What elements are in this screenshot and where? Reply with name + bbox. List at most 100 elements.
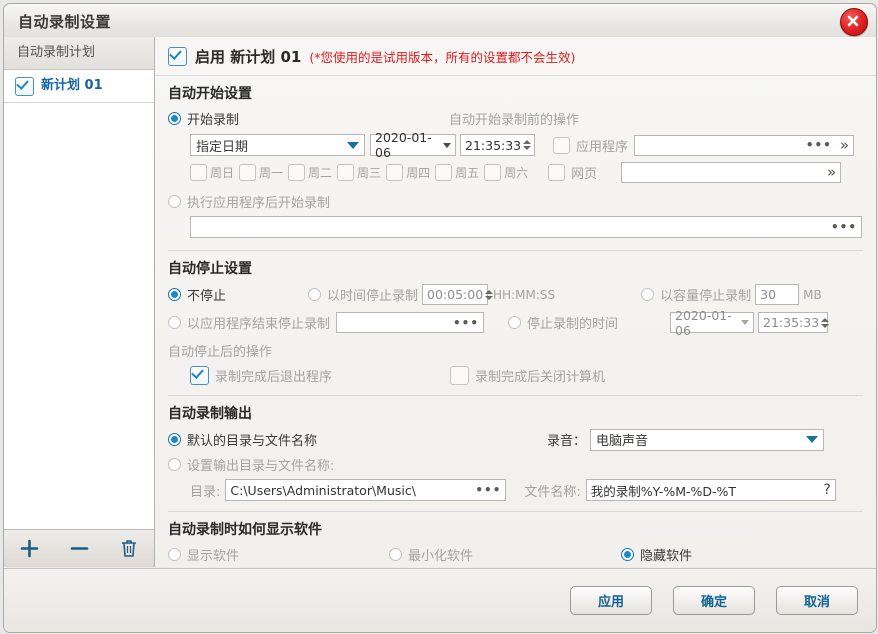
weekday-label-mon: 周一 — [259, 166, 284, 180]
add-plan-button[interactable] — [4, 531, 54, 567]
plan-checkbox[interactable] — [15, 76, 34, 96]
stop-time-value: 21:35:33 — [763, 315, 820, 330]
help-icon[interactable]: ? — [823, 482, 830, 498]
auto-stop-title: 自动停止设置 — [168, 261, 252, 277]
chevron-down-icon — [806, 436, 819, 443]
chevron-down-icon — [741, 320, 750, 325]
weekday-checkbox-mon[interactable] — [239, 164, 257, 181]
weekday-label-sat: 周六 — [504, 166, 529, 180]
display-mode-section: 自动录制时如何显示软件 显示软件 最小化软件 隐藏软件 — [155, 519, 876, 564]
start-time-field[interactable]: 21:35:33 — [460, 134, 535, 156]
close-button[interactable] — [840, 8, 868, 36]
stop-time-duration-value: 00:05:00 — [427, 287, 484, 302]
enable-plan-checkbox[interactable] — [168, 46, 187, 66]
default-path-radio[interactable] — [168, 433, 181, 446]
default-path-label: 默认的目录与文件名称 — [187, 434, 318, 449]
exit-app-checkbox[interactable] — [190, 366, 209, 385]
display-hide-radio[interactable] — [621, 548, 635, 561]
stop-by-app-end-radio[interactable] — [168, 316, 181, 329]
start-record-radio[interactable] — [168, 112, 181, 125]
stop-by-time-label: 以时间停止录制 — [327, 289, 419, 304]
remove-plan-button[interactable] — [54, 531, 104, 567]
weekday-checkbox-wed[interactable] — [337, 164, 355, 181]
stop-time-spinner[interactable] — [819, 313, 831, 333]
time-spinner[interactable] — [521, 135, 533, 155]
delete-plan-button[interactable] — [104, 531, 154, 567]
sidebar-item-plan-01[interactable]: 新计划 01 — [4, 70, 154, 103]
browse-icon[interactable]: ••• — [831, 220, 857, 234]
browse-icon[interactable]: ••• — [475, 483, 501, 497]
audio-source-select[interactable]: 电脑声音 — [590, 428, 825, 451]
browse-icon[interactable]: ••• — [453, 316, 479, 330]
stop-app-end-input[interactable]: ••• — [336, 312, 485, 333]
pre-web-input[interactable]: » — [621, 162, 842, 183]
pre-web-label: 网页 — [571, 167, 598, 182]
pre-app-input[interactable]: ••• » — [634, 134, 855, 156]
custom-path-label: 设置输出目录与文件名称: — [187, 459, 335, 474]
stop-size-value: 30 — [760, 287, 777, 302]
chevron-down-icon — [347, 141, 359, 149]
audio-source-label: 录音： — [547, 434, 587, 449]
weekday-checkbox-thu[interactable] — [386, 164, 404, 181]
shutdown-checkbox[interactable] — [450, 366, 470, 385]
audio-source-value: 电脑声音 — [596, 434, 649, 449]
date-mode-select[interactable]: 指定日期 — [190, 134, 365, 156]
weekday-label-wed: 周三 — [357, 166, 382, 180]
no-stop-label: 不停止 — [187, 289, 227, 304]
weekday-checkbox-sat[interactable] — [484, 164, 502, 181]
pre-app-checkbox[interactable] — [553, 136, 570, 154]
stop-at-time-label: 停止录制的时间 — [527, 317, 619, 332]
dialog-footer: 应用 确定 取消 — [4, 568, 876, 632]
trash-icon — [122, 540, 136, 557]
display-minimize-radio[interactable] — [389, 548, 403, 561]
stop-time-field[interactable]: 21:35:33 — [758, 312, 831, 333]
start-date-field[interactable]: 2020-01-06 — [370, 130, 456, 160]
weekday-checkbox-sun[interactable] — [190, 164, 207, 181]
stop-time-duration-field[interactable]: 00:05:00 — [422, 284, 494, 305]
sidebar-toolbar — [4, 529, 154, 567]
exit-app-label: 录制完成后退出程序 — [215, 370, 333, 385]
plus-icon — [20, 539, 38, 558]
apply-button[interactable]: 应用 — [570, 586, 652, 615]
settings-window: 自动录制设置 自动录制计划 新计划 01 启用 新计划 01 (*您使用的是试用… — [3, 3, 877, 633]
no-stop-radio[interactable] — [168, 288, 181, 301]
start-after-app-input[interactable]: ••• — [190, 216, 862, 238]
display-hide-label: 隐藏软件 — [640, 549, 693, 564]
window-title: 自动录制设置 — [18, 13, 112, 31]
stop-by-time-radio[interactable] — [308, 288, 322, 301]
stop-by-size-radio[interactable] — [641, 288, 655, 301]
size-unit-label: MB — [803, 287, 822, 302]
start-date-value: 2020-01-06 — [375, 130, 432, 160]
pre-web-checkbox[interactable] — [548, 164, 566, 181]
date-mode-value: 指定日期 — [196, 139, 249, 155]
weekday-checkbox-fri[interactable] — [435, 164, 453, 181]
stop-size-field[interactable]: 30 — [755, 284, 800, 305]
trial-version-note: (*您使用的是试用版本，所有的设置都不会生效) — [309, 49, 576, 65]
browse-icon[interactable]: ••• — [806, 138, 832, 152]
expand-icon[interactable]: » — [840, 137, 849, 153]
custom-path-radio[interactable] — [168, 458, 181, 471]
weekday-checkbox-tue[interactable] — [288, 164, 306, 181]
directory-input[interactable]: C:\Users\Administrator\Music\ ••• — [225, 479, 507, 501]
start-time-value: 21:35:33 — [465, 137, 522, 153]
weekday-label-tue: 周二 — [308, 166, 333, 180]
stop-date-field[interactable]: 2020-01-06 — [670, 308, 755, 338]
stop-at-time-radio[interactable] — [508, 316, 522, 329]
stop-by-size-label: 以容量停止录制 — [660, 289, 752, 304]
auto-stop-section: 自动停止设置 不停止 以时间停止录制 00:05:00 HH:MM:SS 以容量… — [155, 258, 876, 396]
expand-icon[interactable]: » — [827, 165, 836, 180]
filename-label: 文件名称: — [524, 484, 581, 500]
shutdown-label: 录制完成后关闭计算机 — [475, 370, 606, 385]
cancel-button[interactable]: 取消 — [776, 586, 858, 615]
sidebar-item-label: 新计划 01 — [41, 78, 103, 93]
weekday-label-thu: 周四 — [406, 166, 431, 180]
display-show-radio[interactable] — [168, 548, 181, 561]
auto-start-title: 自动开始设置 — [168, 86, 252, 102]
directory-label: 目录: — [190, 484, 221, 500]
start-after-app-radio[interactable] — [168, 195, 181, 208]
start-after-app-label: 执行应用程序后开始录制 — [187, 196, 331, 211]
ok-button[interactable]: 确定 — [673, 586, 755, 615]
display-minimize-label: 最小化软件 — [408, 549, 474, 564]
settings-content: 启用 新计划 01 (*您使用的是试用版本，所有的设置都不会生效) 自动开始设置… — [155, 37, 876, 567]
filename-input[interactable]: 我的录制%Y-%M-%D-%T ? — [585, 479, 836, 501]
